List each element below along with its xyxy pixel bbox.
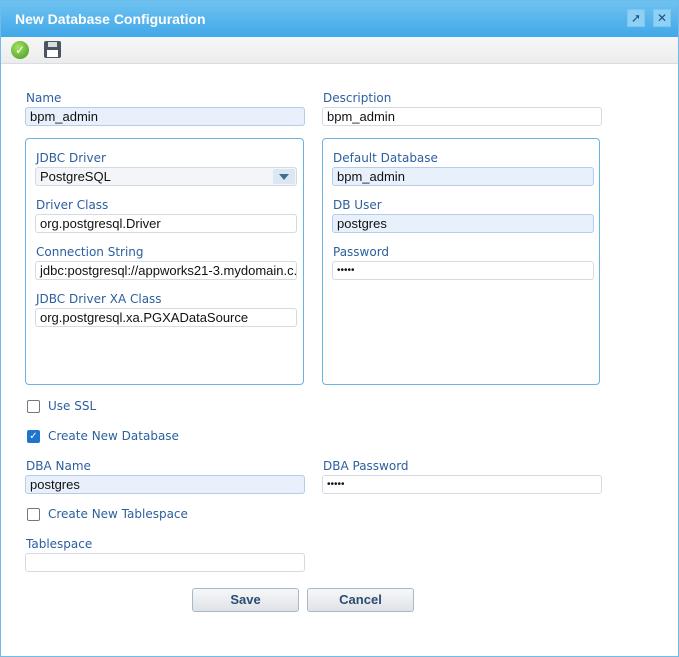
driver-class-label: Driver Class — [36, 198, 109, 212]
default-database-input[interactable]: bpm_admin — [332, 167, 594, 186]
tablespace-input[interactable] — [25, 553, 305, 572]
chevron-down-icon[interactable] — [273, 169, 295, 184]
jdbc-driver-label: JDBC Driver — [36, 151, 106, 165]
use-ssl-checkbox[interactable] — [27, 400, 40, 413]
use-ssl-label[interactable]: Use SSL — [48, 399, 96, 413]
xa-class-label: JDBC Driver XA Class — [36, 292, 162, 306]
tablespace-label: Tablespace — [26, 537, 93, 551]
dialog-window: New Database Configuration ➚ ✕ ✓ Name bp… — [0, 0, 679, 657]
jdbc-driver-select[interactable]: PostgreSQL — [35, 167, 297, 186]
password-label: Password — [333, 245, 390, 259]
jdbc-driver-value: PostgreSQL — [40, 169, 111, 184]
cancel-button[interactable]: Cancel — [307, 588, 414, 612]
dba-name-input[interactable]: postgres — [25, 475, 305, 494]
create-db-checkbox[interactable]: ✓ — [27, 430, 40, 443]
driver-class-input[interactable]: org.postgresql.Driver — [35, 214, 297, 233]
dba-password-input[interactable]: ••••• — [322, 475, 602, 494]
dba-name-label: DBA Name — [26, 459, 91, 473]
floppy-disk-icon[interactable] — [44, 41, 61, 58]
connection-string-input[interactable]: jdbc:postgresql://appworks21-3.mydomain.… — [35, 261, 297, 280]
checkmark-icon[interactable]: ✓ — [11, 41, 29, 59]
db-user-input[interactable]: postgres — [332, 214, 594, 233]
description-input[interactable]: bpm_admin — [322, 107, 602, 126]
pin-icon[interactable]: ➚ — [627, 9, 645, 27]
close-icon[interactable]: ✕ — [653, 9, 671, 27]
password-input[interactable]: ••••• — [332, 261, 594, 280]
create-tablespace-label[interactable]: Create New Tablespace — [48, 507, 188, 521]
save-button[interactable]: Save — [192, 588, 299, 612]
dialog-title: New Database Configuration — [15, 11, 206, 27]
xa-class-input[interactable]: org.postgresql.xa.PGXADataSource — [35, 308, 297, 327]
dba-password-label: DBA Password — [323, 459, 409, 473]
name-label: Name — [26, 91, 62, 105]
connection-string-label: Connection String — [36, 245, 144, 259]
db-user-label: DB User — [333, 198, 382, 212]
toolbar: ✓ — [1, 37, 678, 64]
create-tablespace-checkbox[interactable] — [27, 508, 40, 521]
create-db-label[interactable]: Create New Database — [48, 429, 179, 443]
title-bar[interactable]: New Database Configuration ➚ ✕ — [1, 1, 678, 37]
name-input[interactable]: bpm_admin — [25, 107, 305, 126]
default-database-label: Default Database — [333, 151, 438, 165]
description-label: Description — [323, 91, 392, 105]
